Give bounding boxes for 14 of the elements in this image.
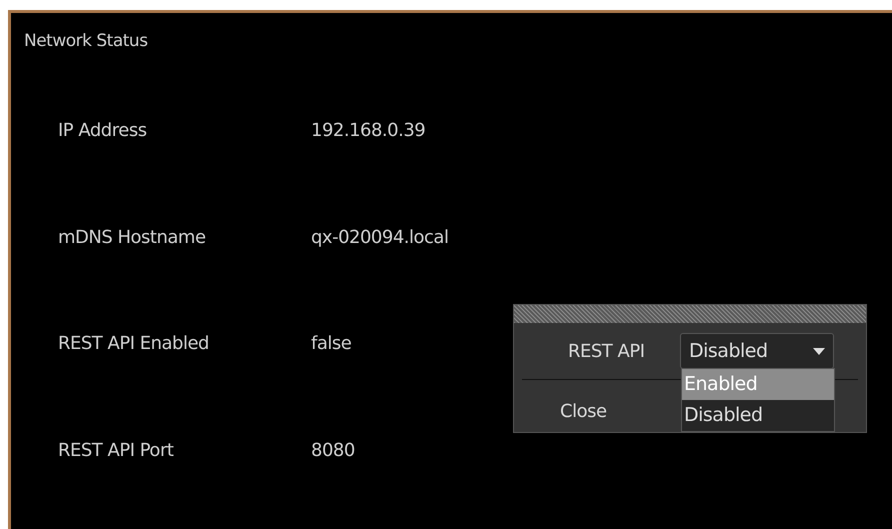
- field-label: IP Address: [58, 119, 148, 143]
- field-value: 192.168.0.39: [311, 119, 426, 143]
- field-value: 8080: [311, 438, 355, 462]
- panel-title: Network Status: [24, 30, 148, 53]
- dropdown[interactable]: Disabled: [680, 333, 834, 369]
- field-label: REST API: [568, 340, 646, 364]
- field-label: REST API Enabled: [58, 332, 210, 356]
- dropdown-option[interactable]: Disabled: [682, 400, 834, 431]
- field-value: false: [311, 332, 352, 356]
- field-value: qx-020094.local: [311, 226, 448, 250]
- caret-icon: [813, 348, 825, 354]
- close-button[interactable]: Close: [560, 398, 607, 425]
- field-label: mDNS Hostname: [58, 226, 207, 250]
- field-label: REST API Port: [58, 438, 174, 462]
